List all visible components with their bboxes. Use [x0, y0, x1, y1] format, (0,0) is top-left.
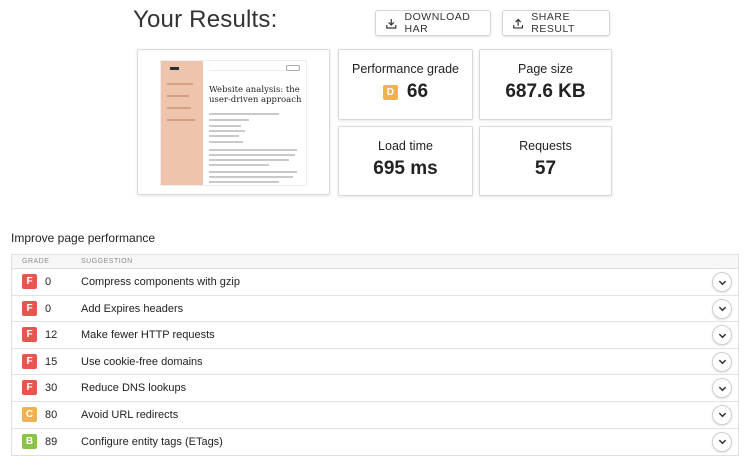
grade-badge: F — [22, 353, 37, 369]
suggestion-text: Avoid URL redirects — [81, 408, 179, 421]
expand-row-button[interactable] — [712, 298, 732, 319]
thumbnail-sidebar — [161, 61, 203, 185]
page-size-card: Page size 687.6 KB — [479, 49, 612, 120]
improve-section-title: Improve page performance — [11, 231, 156, 245]
expand-row-button[interactable] — [712, 272, 732, 292]
grade-badge: F — [22, 380, 37, 396]
download-icon — [386, 18, 397, 29]
grade-score: 80 — [45, 408, 58, 421]
performance-grade-label: Performance grade — [351, 62, 459, 76]
requests-card: Requests 57 — [479, 126, 612, 196]
expand-row-button[interactable] — [712, 378, 732, 399]
share-result-button[interactable]: SHARE RESULT — [502, 10, 610, 36]
grade-score: 89 — [45, 435, 58, 448]
load-time-card: Load time 695 ms — [338, 126, 473, 196]
table-row[interactable]: F 0 Compress components with gzip — [12, 269, 738, 296]
suggestion-text: Configure entity tags (ETags) — [81, 435, 223, 448]
grade-column-header: GRADE — [22, 258, 50, 265]
chevron-down-icon — [718, 280, 726, 285]
grade-badge: F — [22, 300, 37, 316]
expand-row-button[interactable] — [712, 325, 732, 346]
chevron-down-icon — [718, 333, 726, 339]
grade-score: 0 — [45, 302, 52, 315]
expand-row-button[interactable] — [712, 431, 732, 452]
table-header: GRADE SUGGESTION — [12, 255, 738, 269]
chevron-down-icon — [718, 359, 726, 365]
grade-score: 0 — [45, 276, 52, 288]
grade-badge: C — [22, 406, 37, 422]
performance-grade-value: 66 — [406, 81, 429, 102]
suggestion-text: Compress components with gzip — [81, 276, 240, 288]
grade-badge: F — [22, 327, 37, 343]
grade-badge: B — [22, 433, 37, 449]
grade-score: 12 — [45, 329, 58, 342]
expand-row-button[interactable] — [712, 351, 732, 372]
requests-value: 57 — [534, 158, 557, 179]
share-result-label: SHARE RESULT — [531, 11, 575, 35]
suggestions-table: GRADE SUGGESTION F 0 Compress components w… — [11, 254, 739, 457]
share-icon — [513, 18, 524, 28]
suggestion-text: Reduce DNS lookups — [81, 382, 187, 395]
grade-badge: F — [22, 274, 37, 289]
load-time-value: 695 ms — [373, 158, 438, 179]
requests-label: Requests — [519, 139, 572, 153]
page-size-value: 687.6 KB — [505, 81, 586, 102]
chevron-down-icon — [718, 386, 726, 392]
table-row[interactable]: C 80 Avoid URL redirects — [12, 402, 738, 429]
performance-grade-card: Performance grade D 66 — [338, 49, 473, 120]
chevron-down-icon — [718, 306, 726, 312]
page-screenshot-thumbnail: Website analysis: the user-driven approa… — [137, 49, 330, 195]
table-row[interactable]: F 0 Add Expires headers — [12, 296, 738, 323]
grade-score: 15 — [45, 355, 58, 368]
thumbnail-heading: Website analysis: the user-driven approa… — [209, 85, 302, 105]
expand-row-button[interactable] — [712, 404, 732, 425]
table-row[interactable]: B 89 Configure entity tags (ETags) — [12, 429, 738, 456]
chevron-down-icon — [718, 439, 726, 445]
table-row[interactable]: F 30 Reduce DNS lookups — [12, 375, 738, 402]
chevron-down-icon — [718, 413, 726, 418]
download-har-button[interactable]: DOWNLOAD HAR — [375, 10, 491, 36]
suggestion-text: Use cookie-free domains — [81, 355, 203, 368]
table-row[interactable]: F 15 Use cookie-free domains — [12, 349, 738, 376]
grade-badge: D — [382, 84, 398, 100]
suggestion-text: Add Expires headers — [81, 302, 184, 315]
page-title: Your Results: — [133, 6, 278, 33]
grade-score: 30 — [45, 382, 58, 395]
page-size-label: Page size — [518, 62, 573, 76]
load-time-label: Load time — [378, 139, 433, 153]
download-har-label: DOWNLOAD HAR — [404, 11, 471, 35]
suggestion-column-header: SUGGESTION — [81, 258, 133, 265]
suggestion-text: Make fewer HTTP requests — [81, 329, 215, 342]
table-row[interactable]: F 12 Make fewer HTTP requests — [12, 322, 738, 349]
